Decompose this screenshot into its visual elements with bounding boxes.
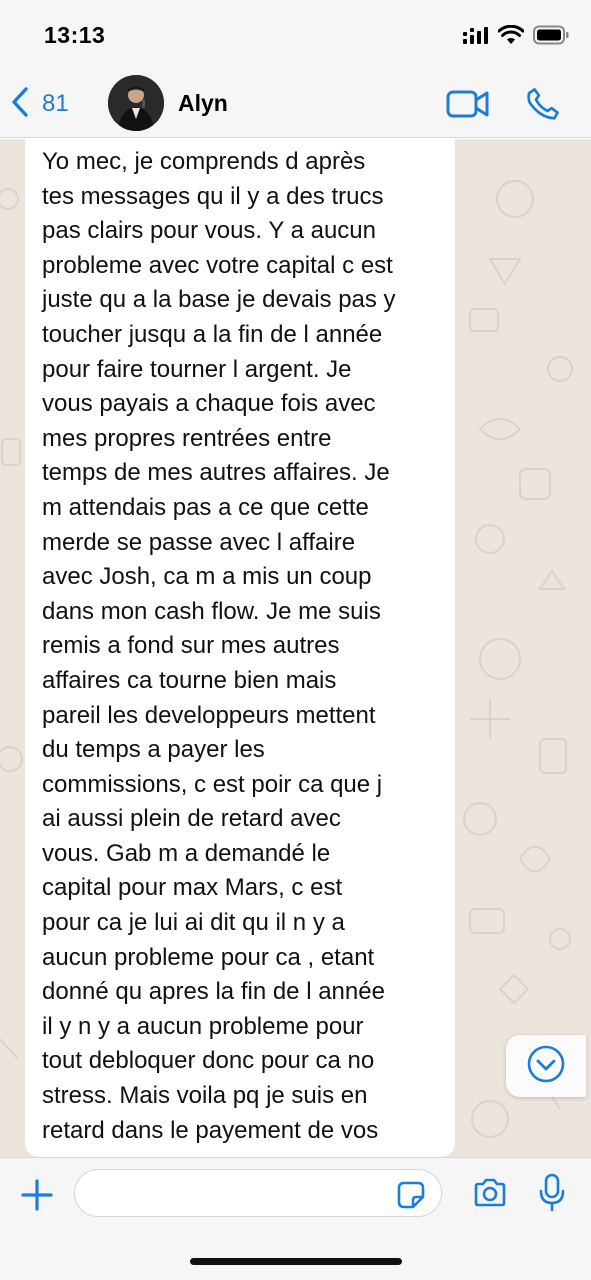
sticker-icon[interactable] (396, 1180, 426, 1215)
signal-icon (463, 26, 489, 49)
scroll-down-button[interactable] (506, 1035, 586, 1097)
message-bubble[interactable]: Yo mec, je comprends d après tes message… (25, 139, 455, 1157)
battery-icon (533, 25, 569, 50)
microphone-icon[interactable] (538, 1173, 566, 1218)
status-time: 13:13 (44, 22, 106, 48)
plus-icon[interactable] (20, 1178, 54, 1217)
chat-area[interactable]: Yo mec, je comprends d après tes message… (0, 139, 591, 1157)
chat-header: 81 Alyn (0, 72, 591, 138)
contact-name[interactable]: Alyn (178, 90, 228, 117)
chevron-left-icon (10, 86, 30, 123)
avatar[interactable] (108, 75, 164, 131)
wifi-icon (497, 24, 525, 50)
message-input[interactable] (74, 1169, 442, 1217)
video-call-icon[interactable] (446, 88, 490, 125)
status-icons (463, 24, 569, 50)
status-bar: 13:13 (0, 0, 591, 72)
camera-icon[interactable] (472, 1177, 508, 1214)
back-button[interactable]: 81 (10, 86, 69, 122)
phone-icon[interactable] (524, 85, 562, 128)
home-indicator (190, 1258, 402, 1265)
message-text: Yo mec, je comprends d après tes message… (42, 148, 396, 1144)
unread-count: 81 (42, 90, 69, 117)
chevron-down-circle-icon (526, 1044, 566, 1089)
